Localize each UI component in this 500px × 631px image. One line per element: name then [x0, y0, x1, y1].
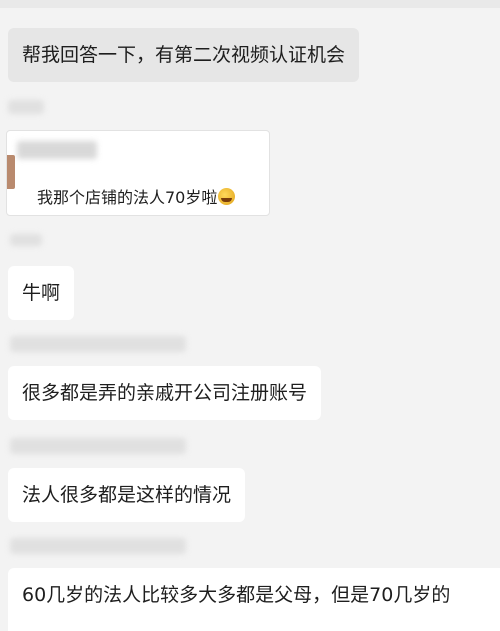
message-bubble[interactable]: 帮我回答一下，有第二次视频认证机会: [8, 28, 360, 82]
message-bubble[interactable]: 牛啊: [8, 266, 75, 320]
message-text: 牛啊: [22, 282, 61, 304]
sender-name-blurred: [10, 234, 42, 246]
message-bubble[interactable]: 很多都是弄的亲戚开公司注册账号: [8, 366, 322, 420]
sender-name-blurred: [10, 438, 186, 454]
quoted-message-card[interactable]: 我那个店铺的法人70岁啦: [6, 130, 270, 216]
message-text: 60几岁的法人比较多大多都是父母，但是70几岁的: [22, 584, 451, 606]
sender-name-blurred: [10, 336, 186, 352]
quote-message-text: 我那个店铺的法人70岁啦: [37, 188, 218, 207]
message-text: 法人很多都是这样的情况: [22, 484, 232, 506]
quote-text: 我那个店铺的法人70岁啦: [37, 187, 236, 209]
quote-header-blurred: [17, 141, 97, 159]
avatar-thumbnail: [7, 155, 15, 189]
sender-name-blurred: [10, 538, 186, 554]
top-divider: [0, 0, 500, 8]
message-text: 帮我回答一下，有第二次视频认证机会: [22, 44, 346, 66]
message-text: 很多都是弄的亲戚开公司注册账号: [22, 382, 308, 404]
message-bubble[interactable]: 法人很多都是这样的情况: [8, 468, 246, 522]
message-bubble[interactable]: 60几岁的法人比较多大多都是父母，但是70几岁的: [8, 568, 500, 631]
sender-name-blurred: [8, 100, 44, 114]
laughing-crying-emoji-icon: [218, 188, 236, 205]
